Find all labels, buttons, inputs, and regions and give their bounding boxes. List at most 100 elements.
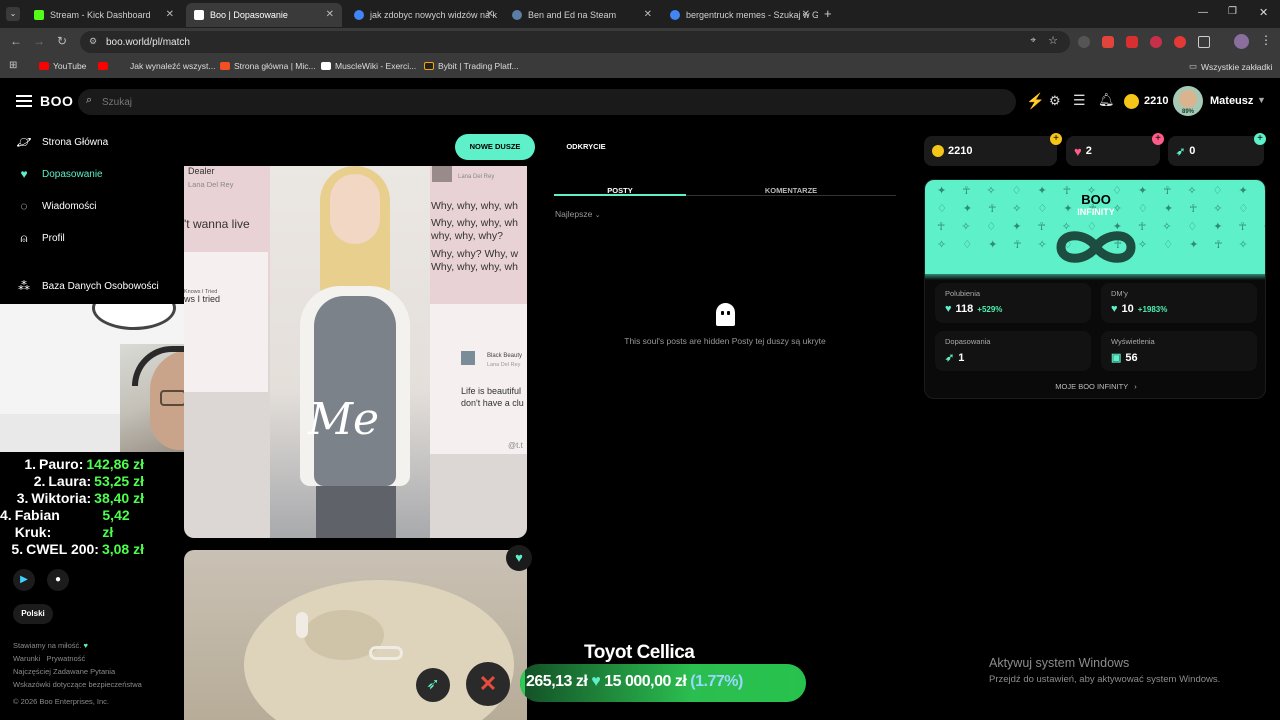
reload-icon[interactable]: ↻ [57,34,67,48]
meme-text: Life is beautiful [461,386,522,396]
minimize-window-icon[interactable]: — [1198,7,1208,18]
discovery-button[interactable]: ODKRYCIE [548,134,624,160]
back-icon[interactable]: ← [10,34,22,48]
footer-link-faq[interactable]: Najczęściej Zadawane Pytania [13,665,142,678]
extension-3-icon[interactable] [1126,36,1138,48]
hamburger-menu-icon[interactable] [16,95,32,107]
language-button[interactable]: Polski [13,604,53,624]
meme-text: 't wanna live [184,217,250,231]
infinity-subtitle: INFINITY [1077,207,1115,217]
extension-1-icon[interactable] [1078,36,1090,48]
extension-4-icon[interactable] [1150,36,1162,48]
extensions-puzzle-icon[interactable] [1198,36,1210,48]
add-boosts-icon[interactable]: + [1254,133,1266,145]
coin-icon [1124,94,1139,109]
heart-icon: ♥ [20,167,28,181]
new-souls-button[interactable]: NOWE DUSZE [455,134,535,160]
add-coins-icon[interactable]: + [1050,133,1062,145]
tab-google-memes[interactable]: bergentruck memes - Szukaj w G ✕ [662,3,818,27]
tab-boo-dopasowanie[interactable]: Boo | Dopasowanie ✕ [186,3,342,27]
my-boo-infinity-link[interactable]: MOJE BOO INFINITY › [925,382,1265,391]
tab-comments[interactable]: KOMENTARZE [686,180,896,196]
folder-icon: ▭ [1189,61,1198,71]
pass-button[interactable]: ✕ [466,662,510,706]
sidebar-item-messages[interactable]: ◌ Wiadomości [16,198,96,214]
person-figure [270,166,430,538]
leaderboard-row: 5. CWEL 200: 3,08 zł [11,541,144,557]
forward-icon[interactable]: → [33,34,45,48]
bookmark-musclewiki[interactable]: MuscleWiki - Exerci... [321,61,416,71]
extension-5-icon[interactable] [1174,36,1186,48]
tab-posts[interactable]: POSTY [554,180,686,196]
url-input[interactable]: ⚙ boo.world/pl/match ⌖ ☆ [80,31,1070,53]
filters-icon[interactable]: ☰ [1073,92,1086,109]
translate-icon[interactable]: ⚙ [1049,93,1061,109]
extension-icons [1078,36,1210,48]
tab-google-search[interactable]: jak zdobyc nowych widzów na k ✕ [346,3,502,27]
chevron-right-icon: › [1134,382,1137,391]
bookmark-star-icon[interactable]: ☆ [1048,34,1058,47]
close-tab-icon[interactable]: ✕ [486,9,494,20]
close-tab-icon[interactable]: ✕ [644,9,652,20]
bookmark-bybit[interactable]: Bybit | Trading Platf... [424,61,519,71]
donation-goal-bar: 265,13 zł ♥ 15 000,00 zł (1.77%) [520,664,806,702]
all-bookmarks[interactable]: ▭ Wszystkie zakładki [1189,61,1272,72]
maximize-window-icon[interactable]: ❐ [1228,6,1237,17]
profile-avatar-icon[interactable] [1234,34,1249,49]
close-tab-icon[interactable]: ✕ [326,9,334,20]
chevron-down-icon[interactable]: ▼ [1257,95,1266,105]
sidebar-item-personality-database[interactable]: ⁂ Baza Danych Osobowości [16,278,159,294]
infinity-title: BOO [1081,192,1111,207]
footer-link-privacy[interactable]: Prywatność [47,654,86,663]
stat-dms: DM'y ♥ 10 +1983% [1101,283,1257,323]
tab-steam[interactable]: Ben and Ed na Steam ✕ [504,3,660,27]
sidebar-item-match[interactable]: ♥ Dopasowanie [16,166,102,182]
boo-logo[interactable]: BOO [40,93,73,109]
coin-icon [932,145,944,157]
footer-link-safety[interactable]: Wskazówki dotyczące bezpieczeństwa [13,678,142,691]
boosts-pill[interactable]: ➶ 0 [1168,136,1264,166]
username-label[interactable]: Mateusz [1210,95,1253,107]
leaderboard-row: 1. Pauro: 142,86 zł [24,456,144,472]
location-icon[interactable]: ⌖ [1030,35,1036,46]
new-tab-button[interactable]: + [824,6,832,21]
sidebar-item-profile[interactable]: ⍝ Profil [16,230,64,246]
lightning-icon[interactable]: ⚡ [1026,92,1045,110]
rocket-icon: ➶ [1176,145,1186,158]
site-info-icon[interactable]: ⚙ [89,36,97,47]
add-hearts-icon[interactable]: + [1152,133,1164,145]
footer-link-terms[interactable]: Warunki [13,654,40,663]
match-username: Toyot Cellica [584,642,695,663]
bookmark-jak-wynalezc[interactable]: Jak wynaleźć wszyst... [130,61,216,71]
user-avatar[interactable]: 89% [1173,86,1203,116]
bookmark-youtube[interactable]: YouTube [39,61,112,71]
sidebar-item-home[interactable]: 🪐︎ Strona Główna [16,134,108,150]
close-tab-icon[interactable]: ✕ [166,9,174,20]
google-play-button[interactable]: ▶ [13,569,35,591]
bookmarks-bar: ⊞ YouTube Jak wynaleźć wszyst... Strona … [0,56,1280,78]
tab-list-chevron-icon[interactable]: ⌄ [6,7,20,21]
coins-pill[interactable]: 2210 [924,136,1057,166]
extension-2-icon[interactable] [1102,36,1114,48]
notifications-bell-icon[interactable]: 🔔︎ [1098,92,1115,108]
kick-favicon-icon [34,10,44,20]
boo-infinity-card[interactable]: ✦☥✧♢✦☥✧♢✦☥✧♢✦☥✧ ♢✦☥✧♢✦☥✧♢✦☥✧♢✦ ☥✧♢✦☥✧♢✦☥… [924,179,1266,399]
close-tab-icon[interactable]: ✕ [802,9,810,20]
bookmark-strona-glowna[interactable]: Strona główna | Mic... [220,61,316,71]
sort-dropdown[interactable]: Najlepsze ⌄ [555,209,601,219]
photo-caption: Me [308,394,380,445]
browser-menu-icon[interactable]: ⋮ [1260,33,1272,47]
hearts-pill[interactable]: ♥ 2 [1066,136,1160,166]
close-window-icon[interactable]: ✕ [1259,6,1268,19]
tab-kick-dashboard[interactable]: Stream - Kick Dashboard ✕ [26,3,182,27]
meme-text: Black Beauty [487,353,523,359]
header-coin-count[interactable]: 2210 [1144,95,1168,107]
google-favicon-icon [670,10,680,20]
avatar-badge: 89% [1181,109,1194,115]
profile-photo-card[interactable]: Dealer Lana Del Rey 't wanna live Knows … [184,166,527,538]
app-store-button[interactable]: ● [47,569,69,591]
apps-grid-icon[interactable]: ⊞ [9,60,17,71]
search-input[interactable]: ⌕ Szukaj [78,89,1016,115]
boost-button[interactable]: ➶ [416,668,450,702]
like-heart-button[interactable]: ♥ [506,545,532,571]
